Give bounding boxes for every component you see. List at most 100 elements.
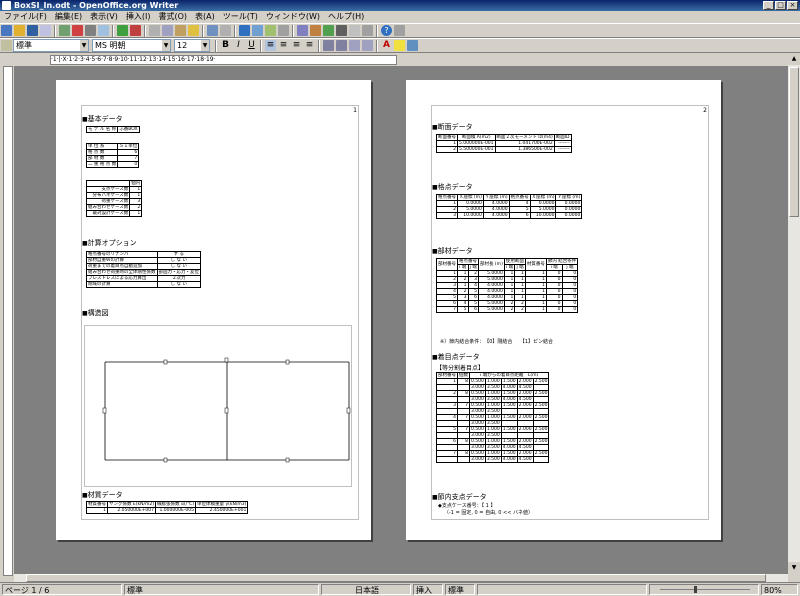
section-structure-diagram: 構造図 <box>82 308 109 318</box>
gallery-icon[interactable] <box>323 25 334 36</box>
table-cell: 3.500 <box>484 396 502 403</box>
font-size-select[interactable]: 12 ▼ <box>174 39 210 52</box>
horizontal-scroll-thumb[interactable] <box>26 574 766 582</box>
font-color-icon[interactable]: A <box>381 40 392 51</box>
help-icon[interactable]: ? <box>381 25 392 36</box>
autospellcheck-icon[interactable] <box>130 25 141 36</box>
menu-format[interactable]: 書式(O) <box>154 11 191 23</box>
menu-edit[interactable]: 編集(E) <box>51 11 86 23</box>
table-cell: 2.000 <box>516 390 534 397</box>
table-icon[interactable] <box>252 25 263 36</box>
align-left-icon[interactable]: ≡ <box>265 40 276 51</box>
menu-table[interactable]: 表(A) <box>191 11 219 23</box>
table-cell: 1.000 <box>484 426 502 433</box>
scroll-up-icon[interactable]: ▲ <box>788 53 800 65</box>
undo-icon[interactable] <box>207 25 218 36</box>
status-style[interactable]: 標準 <box>124 584 319 595</box>
node-marker <box>163 359 168 365</box>
paragraph-style-select[interactable]: 標準 ▼ <box>13 39 89 52</box>
vertical-scroll-thumb[interactable] <box>789 67 799 217</box>
focus-subtitle: 【等分割着目点】 <box>436 365 485 372</box>
table-cell: 2 <box>514 306 526 313</box>
whats-this-icon[interactable] <box>394 25 405 36</box>
decrease-indent-icon[interactable] <box>349 40 360 51</box>
menu-help[interactable]: ヘルプ(H) <box>324 11 368 23</box>
table-cell: 3.000 <box>469 456 486 463</box>
table-cell: 1.000 <box>484 390 502 397</box>
material-table: 材質番号 ヤング係数 E(kN/m2) 線膨張係数 α(/℃) 単位体積重量 γ(kN… <box>86 501 249 514</box>
menu-window[interactable]: ウィンドウ(W) <box>262 11 324 23</box>
cut-icon[interactable] <box>149 25 160 36</box>
menu-insert[interactable]: 挿入(I) <box>122 11 155 23</box>
horizontal-ruler[interactable]: ·1·|·X·1·2·3·4·5·6·7·8·9·10·11·12·13·14·… <box>0 53 800 65</box>
status-page[interactable]: ページ 1 / 6 <box>2 584 122 595</box>
bold-icon[interactable]: B <box>220 40 231 51</box>
background-color-icon[interactable] <box>407 40 418 51</box>
italic-icon[interactable]: I <box>233 40 244 51</box>
vertical-ruler[interactable] <box>3 66 13 576</box>
numbering-icon[interactable] <box>323 40 334 51</box>
spellcheck-icon[interactable] <box>117 25 128 36</box>
find-icon[interactable] <box>297 25 308 36</box>
status-zoom[interactable]: 80% <box>761 584 798 595</box>
open-folder-icon[interactable] <box>14 25 25 36</box>
redo-icon[interactable] <box>220 25 231 36</box>
email-icon[interactable] <box>40 25 51 36</box>
structure-diagram <box>84 325 352 487</box>
justify-icon[interactable]: ≡ <box>304 40 315 51</box>
print-preview-icon[interactable] <box>98 25 109 36</box>
page-number: 2 <box>703 107 707 114</box>
format-paintbrush-icon[interactable] <box>188 25 199 36</box>
zoom-slider-handle[interactable] <box>694 586 697 593</box>
navigator-icon[interactable] <box>310 25 321 36</box>
status-insert-mode[interactable]: 挿入 <box>413 584 443 595</box>
copy-icon[interactable] <box>162 25 173 36</box>
save-icon[interactable] <box>27 25 38 36</box>
table-cell: 1.000 <box>484 402 502 409</box>
chevron-down-icon: ▼ <box>162 40 170 51</box>
new-document-icon[interactable] <box>1 25 12 36</box>
increase-indent-icon[interactable] <box>362 40 373 51</box>
draw-functions-icon[interactable] <box>278 25 289 36</box>
close-button[interactable]: × <box>787 1 798 10</box>
document-workspace[interactable]: 1 基本データ モ デ ル 名 称ふ番BOX 単 位 系ＳＩ単位 格 点 数6 … <box>14 66 788 574</box>
table-cell: 4.000 <box>500 456 518 463</box>
page-1[interactable]: 1 基本データ モ デ ル 名 称ふ番BOX 単 位 系ＳＩ単位 格 点 数6 … <box>56 80 371 540</box>
edit-file-icon[interactable] <box>59 25 70 36</box>
maximize-button[interactable]: □ <box>775 1 786 10</box>
bullets-icon[interactable] <box>336 40 347 51</box>
units-table: 単 位 系 ＳＩ単位 格 点 数6 部 材 数7 二 重 格 点 数0 <box>85 143 140 168</box>
align-right-icon[interactable]: ≡ <box>291 40 302 51</box>
datasources-icon[interactable] <box>336 25 347 36</box>
highlighting-icon[interactable] <box>394 40 405 51</box>
image-icon[interactable] <box>265 25 276 36</box>
menu-view[interactable]: 表示(V) <box>86 11 122 23</box>
table-cell: 4.000 <box>500 444 518 451</box>
table-cell: 2.000 <box>516 450 534 457</box>
zoom-icon[interactable] <box>362 25 373 36</box>
paste-icon[interactable] <box>175 25 186 36</box>
menu-file[interactable]: ファイル(F) <box>0 11 51 23</box>
styles-formatting-icon[interactable] <box>1 40 12 51</box>
zoom-slider[interactable] <box>649 584 759 595</box>
scroll-down-icon[interactable]: ▼ <box>788 562 800 574</box>
table-cell: 1 <box>524 306 547 313</box>
page-2[interactable]: 2 断面データ 断面番号断面積 A(m2)断面２次モーメント Iz(m4)断面I… <box>406 80 721 540</box>
font-name-select[interactable]: MS 明朝 ▼ <box>92 39 171 52</box>
table-cell: 2.500 <box>532 450 550 457</box>
hyperlink-icon[interactable] <box>239 25 250 36</box>
status-language[interactable]: 日本語 <box>321 584 411 595</box>
support-legend: （-1 = 固定, 0 = 自由, 0 << バネ値） <box>444 510 534 516</box>
minimize-button[interactable]: _ <box>763 1 774 10</box>
print-icon[interactable] <box>85 25 96 36</box>
menu-tools[interactable]: ツール(T) <box>219 11 262 23</box>
underline-icon[interactable]: U <box>246 40 257 51</box>
chevron-down-icon: ▼ <box>201 40 209 51</box>
table-cell: 1.000 <box>484 450 502 457</box>
horizontal-scrollbar[interactable] <box>14 574 788 582</box>
align-center-icon[interactable]: ≡ <box>278 40 289 51</box>
vertical-scrollbar[interactable]: ▲ ▼ <box>788 53 800 574</box>
status-selection-mode[interactable]: 標準 <box>445 584 475 595</box>
export-pdf-icon[interactable] <box>72 25 83 36</box>
nonprinting-chars-icon[interactable] <box>349 25 360 36</box>
